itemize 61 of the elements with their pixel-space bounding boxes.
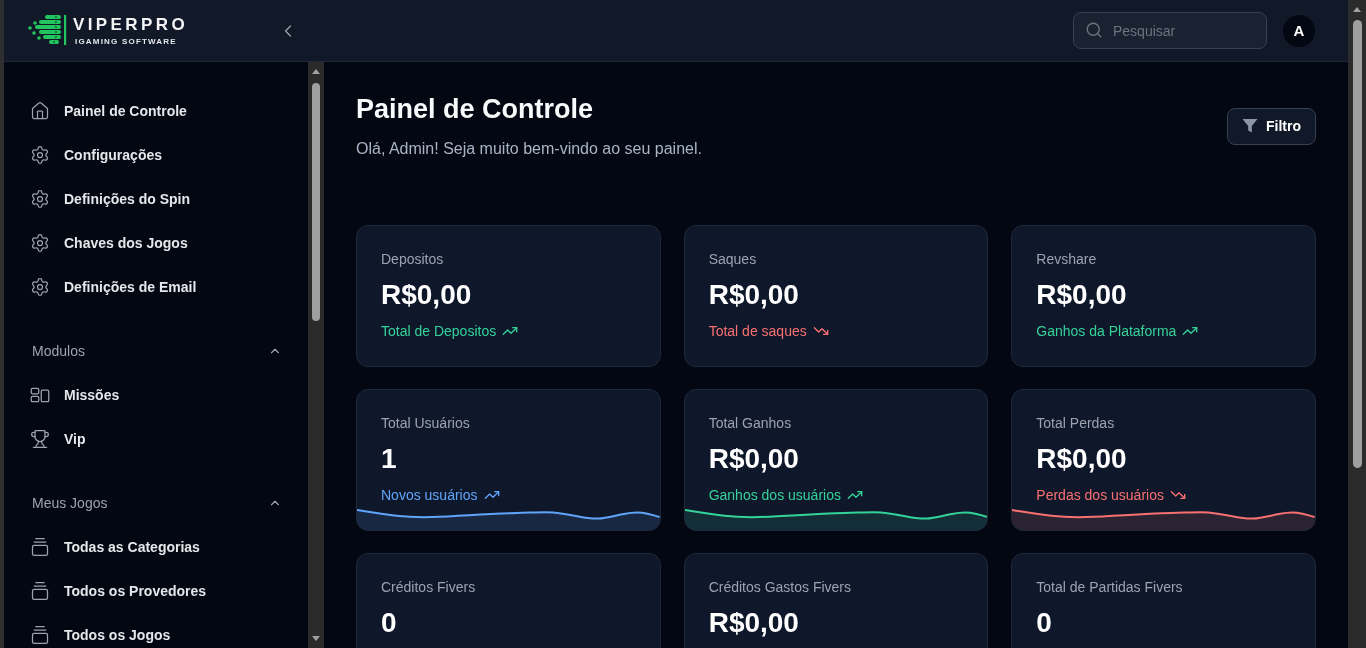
logo-tagline: IGAMING SOFTWARE: [74, 36, 178, 46]
card-note: Ganhos dos usuários: [708, 486, 841, 505]
scrollbar-thumb[interactable]: [1352, 20, 1362, 468]
card-value: R$0,00: [1036, 442, 1128, 476]
card-value: R$0,00: [708, 278, 800, 312]
card-label: Total Usuários: [381, 414, 471, 433]
nav-item[interactable]: Configurações: [30, 133, 282, 177]
scroll-down-icon[interactable]: [312, 636, 320, 641]
search-icon: [1085, 21, 1103, 39]
card-value: 0: [381, 606, 398, 640]
nav-item[interactable]: Todos os Provedores: [30, 569, 282, 613]
card-label: Créditos Gastos Fivers: [708, 578, 853, 597]
card-value: R$0,00: [1036, 278, 1128, 312]
stack-icon: [30, 581, 50, 601]
logo-icon: [28, 15, 68, 46]
card-value: 0: [1036, 606, 1053, 640]
card-label: Revshare: [1036, 250, 1098, 269]
card-note: Perdas dos usuários: [1036, 486, 1164, 505]
card-value: R$0,00: [708, 442, 800, 476]
nav-item[interactable]: Vip: [30, 417, 282, 461]
nav-item[interactable]: Missões: [30, 373, 282, 417]
card-note: Ganhos da Plataforma: [1036, 322, 1177, 341]
card-label: Depositos: [381, 250, 445, 269]
avatar[interactable]: A: [1283, 14, 1315, 47]
card-label: Créditos Fivers: [381, 578, 477, 597]
card-label: Total de Partidas Fivers: [1036, 578, 1184, 597]
gear-icon: [30, 145, 50, 165]
search-field[interactable]: Pesquisar: [1073, 12, 1267, 49]
nav-item[interactable]: Chaves dos Jogos: [30, 221, 282, 265]
card-label: Total Perdas: [1036, 414, 1116, 433]
funnel-icon: [1242, 118, 1258, 134]
gear-icon: [30, 189, 50, 209]
card-value: 1: [381, 442, 398, 476]
stack-icon: [30, 537, 50, 557]
nav-item[interactable]: Todas as Categorias: [30, 525, 282, 569]
section-toggle[interactable]: Modulos: [30, 329, 282, 373]
page-subtitle: Olá, Admin! Seja muito bem-vindo ao seu painel.: [356, 139, 702, 159]
card-value: R$0,00: [708, 606, 800, 640]
scroll-up-icon[interactable]: [1353, 7, 1361, 12]
nav-item[interactable]: Definições do Spin: [30, 177, 282, 221]
filter-button[interactable]: Filtro: [1227, 107, 1316, 145]
card-label: Total Ganhos: [708, 414, 793, 433]
panels-icon: [30, 385, 50, 405]
card-label: Saques: [708, 250, 758, 269]
trophy-icon: [30, 429, 50, 449]
card-note: Total de saques: [708, 322, 807, 341]
card-note: Novos usuários: [381, 486, 478, 505]
gear-icon: [30, 233, 50, 253]
card-value: R$0,00: [381, 278, 473, 312]
nav-item[interactable]: Todos os Jogos: [30, 613, 282, 648]
nav-item[interactable]: Painel de Controle: [30, 89, 282, 133]
nav-item[interactable]: Definições de Email: [30, 265, 282, 309]
home-icon: [30, 101, 50, 121]
gear-icon: [30, 277, 50, 297]
scrollbar-thumb[interactable]: [312, 83, 320, 321]
stack-icon: [30, 625, 50, 645]
logo-text: VIPERPRO: [73, 15, 189, 33]
section-toggle[interactable]: Meus Jogos: [30, 481, 282, 525]
page-title: Painel de Controle: [356, 93, 595, 126]
card-note: Total de Depositos: [381, 322, 497, 341]
scroll-up-icon[interactable]: [312, 69, 320, 74]
